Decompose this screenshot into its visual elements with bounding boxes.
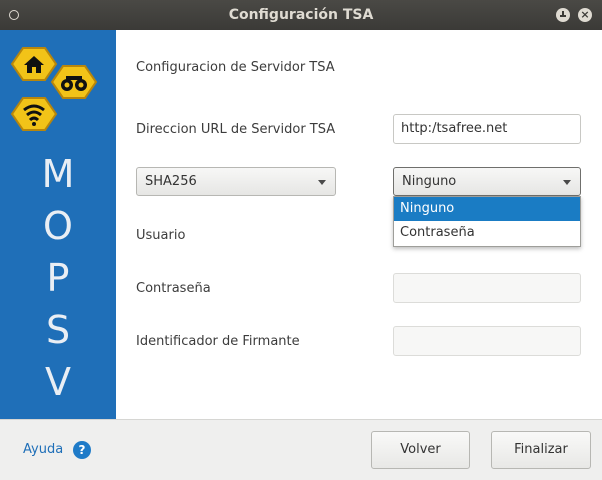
- minimize-icon[interactable]: [556, 8, 570, 22]
- auth-type-select[interactable]: Ninguno: [393, 167, 581, 196]
- auth-type-select-value: Ninguno: [402, 174, 457, 189]
- sidebar-letters: M O P S V: [0, 148, 116, 408]
- footer-bar: Ayuda ? Volver Finalizar: [0, 419, 602, 480]
- sidebar-letter: S: [45, 308, 71, 352]
- url-label: Direccion URL de Servidor TSA: [136, 122, 336, 137]
- algorithm-select-value: SHA256: [145, 174, 197, 189]
- tsa-config-window: Configuración TSA × M O P S V Configurac…: [0, 0, 602, 480]
- chevron-down-icon: [318, 180, 326, 185]
- form-heading: Configuracion de Servidor TSA: [136, 60, 335, 75]
- auth-option-ninguno[interactable]: Ninguno: [394, 197, 580, 221]
- back-button[interactable]: Volver: [371, 431, 470, 469]
- title-bar: Configuración TSA ×: [0, 0, 602, 30]
- sidebar-letter: V: [45, 360, 71, 404]
- user-label: Usuario: [136, 228, 186, 243]
- signer-input[interactable]: [393, 326, 581, 356]
- home-hex-icon: [10, 47, 58, 81]
- window-title: Configuración TSA: [228, 7, 374, 23]
- url-input[interactable]: http:/tsafree.net: [393, 114, 581, 144]
- wifi-hex-icon: [10, 97, 58, 131]
- sidebar-banner: M O P S V: [0, 30, 116, 419]
- signer-label: Identificador de Firmante: [136, 334, 300, 349]
- sidebar-letter: O: [43, 204, 73, 248]
- auth-type-dropdown-list: Ninguno Contraseña: [393, 196, 581, 247]
- sidebar-letter: M: [41, 152, 75, 196]
- password-label: Contraseña: [136, 281, 211, 296]
- chevron-down-icon: [563, 180, 571, 185]
- algorithm-select[interactable]: SHA256: [136, 167, 336, 196]
- help-question-icon[interactable]: ?: [73, 441, 91, 459]
- auth-option-contrasena[interactable]: Contraseña: [394, 221, 580, 245]
- close-icon[interactable]: ×: [578, 8, 592, 22]
- binoculars-hex-icon: [50, 65, 98, 99]
- sidebar-letter: P: [46, 256, 70, 300]
- password-input[interactable]: [393, 273, 581, 303]
- finish-button[interactable]: Finalizar: [491, 431, 591, 469]
- help-link[interactable]: Ayuda: [23, 442, 63, 457]
- mopsv-logo: [10, 47, 98, 131]
